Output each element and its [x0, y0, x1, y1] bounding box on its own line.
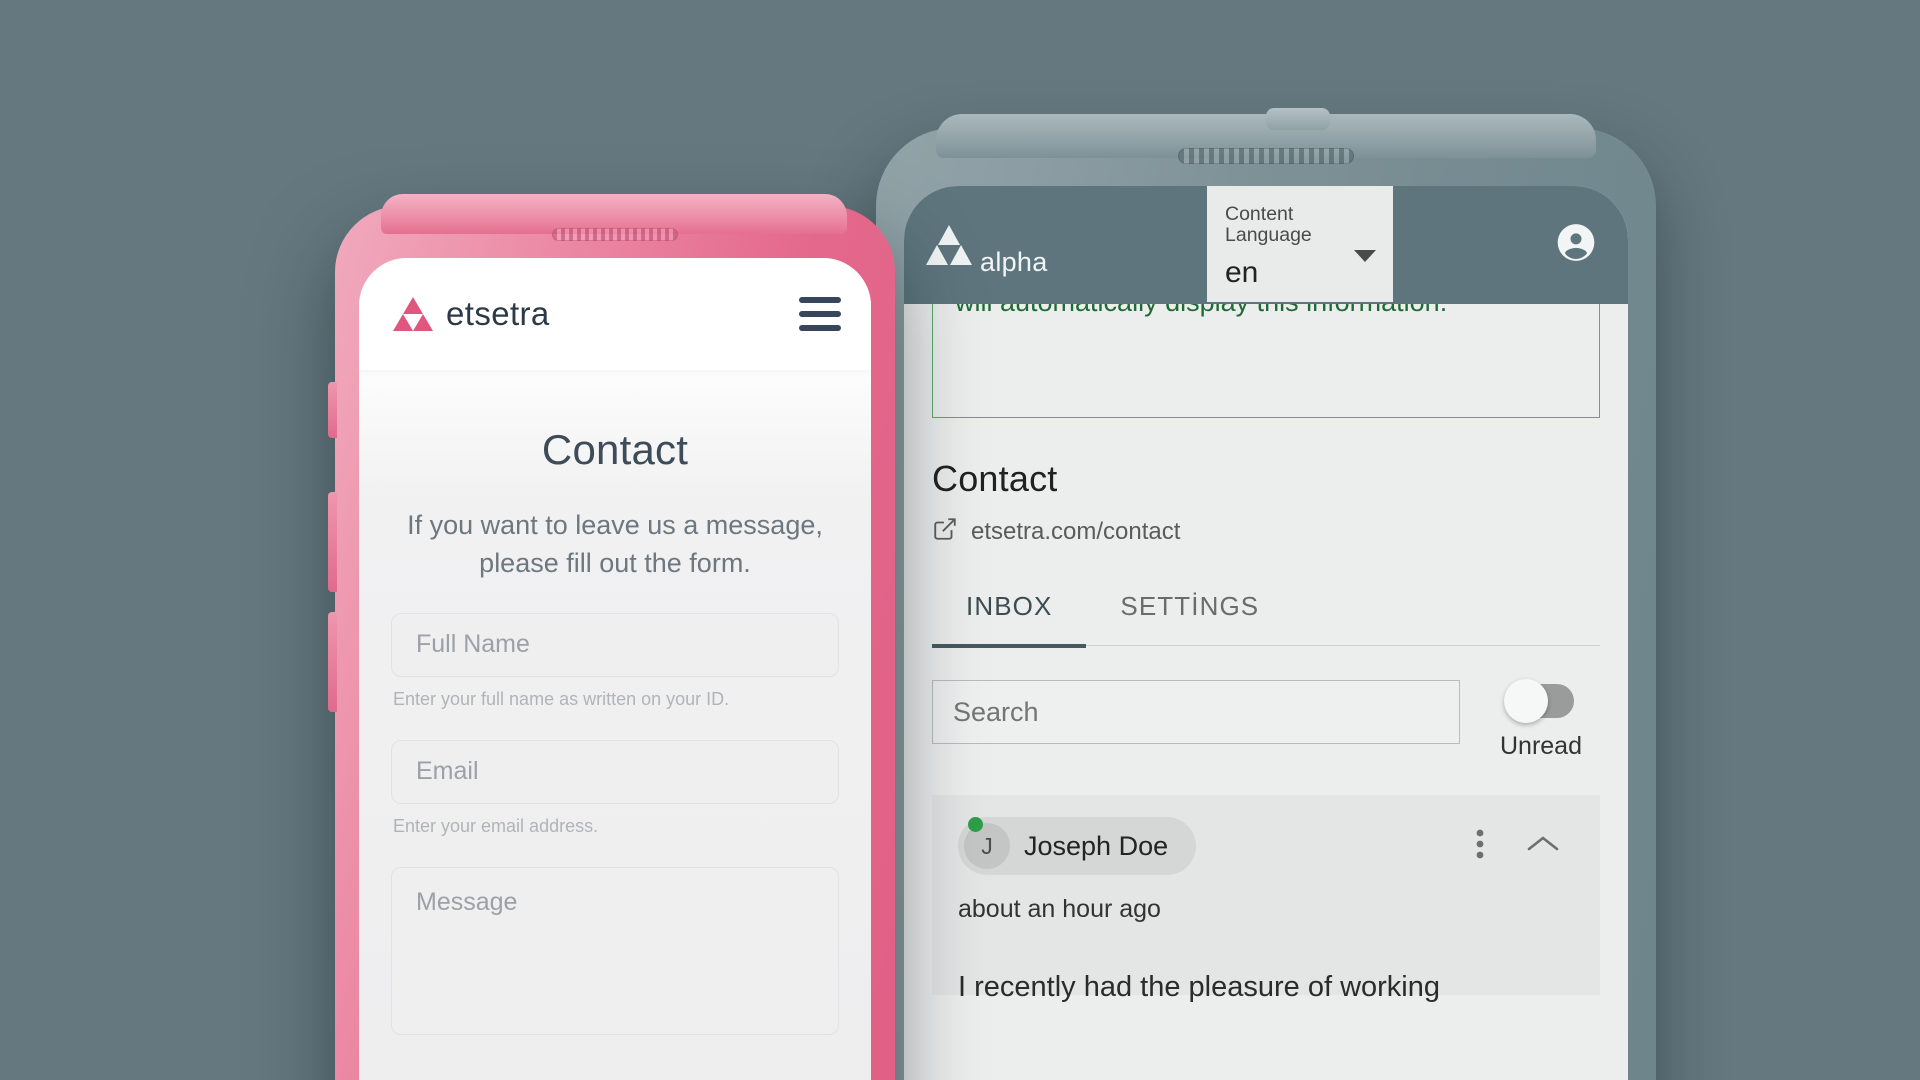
etsetra-brand-name: etsetra: [446, 295, 550, 332]
page-title: Contact: [932, 458, 1058, 499]
email-field[interactable]: Email: [391, 739, 839, 804]
message-field[interactable]: Message: [391, 866, 839, 1035]
app-brand-name: alpha: [980, 247, 1048, 277]
etsetra-app-header: etsetra: [359, 258, 871, 370]
pink-phone-volume-down-button[interactable]: [328, 612, 337, 712]
alpha-app-header: alpha Content Language en: [904, 186, 1628, 304]
unread-indicator-dot: [968, 817, 983, 832]
sender-chip[interactable]: J Joseph Doe: [958, 817, 1197, 875]
unread-toggle-label: Unread: [1500, 732, 1582, 760]
gray-phone-screen: alpha Content Language en will automatic…: [904, 186, 1628, 1080]
gray-phone-device: alpha Content Language en will automatic…: [876, 108, 1656, 1080]
pink-phone-volume-up-button[interactable]: [328, 492, 337, 592]
message-list-item[interactable]: J Joseph Doe about an hour ago I recentl…: [932, 795, 1600, 1003]
gray-phone-power-button[interactable]: [1266, 108, 1330, 130]
contact-form-body: Contact If you want to leave us a messag…: [359, 426, 871, 1035]
message-actions: [1476, 828, 1574, 865]
sender-name: Joseph Doe: [1024, 830, 1169, 861]
chevron-up-icon[interactable]: [1524, 832, 1562, 861]
gray-phone-speaker-grille: [1178, 148, 1354, 164]
screenshot-stage: alpha Content Language en will automatic…: [0, 0, 1920, 1080]
chevron-down-icon: [1354, 250, 1376, 262]
full-name-helper-text: Enter your full name as written on your …: [393, 688, 730, 709]
external-link-icon: [932, 516, 958, 547]
search-input[interactable]: [932, 680, 1460, 744]
unread-filter-group: Unread: [1482, 679, 1600, 761]
tab-settings[interactable]: SETTİNGS: [1086, 591, 1293, 645]
full-name-field[interactable]: Full Name: [391, 612, 839, 677]
hamburger-menu-icon[interactable]: [799, 297, 841, 331]
message-header: J Joseph Doe: [958, 817, 1574, 875]
triangle-logo-icon: [926, 225, 972, 265]
page-url-text: etsetra.com/contact: [971, 517, 1181, 545]
pink-phone-speaker-grille: [552, 228, 678, 241]
email-helper-text: Enter your email address.: [393, 815, 599, 836]
pink-phone-screen: etsetra Contact If you want to leave us …: [359, 258, 871, 1080]
etsetra-triangle-logo-icon: [393, 297, 433, 331]
content-language-label: Content Language: [1225, 203, 1312, 247]
form-subtitle: If you want to leave us a message, pleas…: [407, 510, 823, 579]
tab-inbox[interactable]: INBOX: [932, 591, 1087, 648]
kebab-menu-icon[interactable]: [1476, 828, 1484, 865]
inbox-filter-row: Unread: [932, 679, 1600, 761]
alpha-app-body: will automatically display this informat…: [904, 266, 1628, 1080]
page-url-row[interactable]: etsetra.com/contact: [932, 516, 1600, 547]
account-circle-icon[interactable]: [1554, 221, 1598, 270]
message-timestamp: about an hour ago: [958, 895, 1161, 923]
tab-bar: INBOX SETTİNGS: [932, 591, 1600, 648]
pink-phone-device: etsetra Contact If you want to leave us …: [328, 194, 895, 1080]
form-title: Contact: [541, 426, 689, 473]
message-preview: I recently had the pleasure of working: [958, 971, 1440, 1003]
content-language-select[interactable]: Content Language en: [1207, 186, 1393, 302]
pink-phone-side-button-1[interactable]: [328, 382, 337, 438]
unread-toggle[interactable]: [1504, 679, 1574, 723]
etsetra-brand[interactable]: etsetra: [393, 295, 550, 333]
